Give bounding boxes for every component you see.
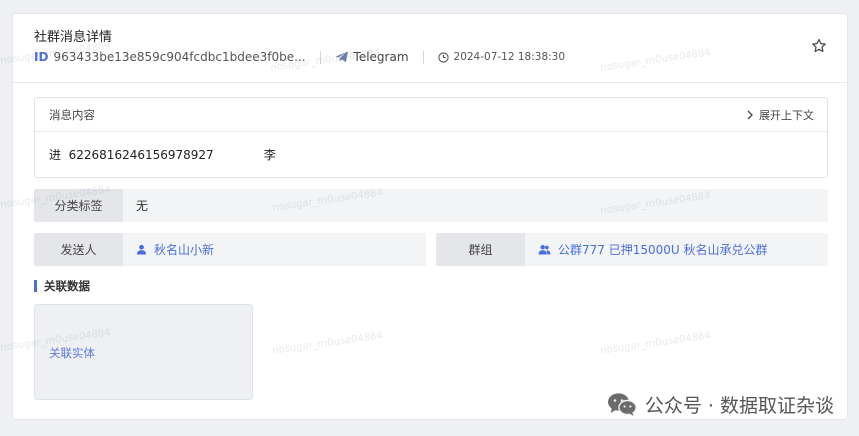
meta-divider: [319, 50, 321, 64]
platform-name: Telegram: [353, 50, 409, 64]
category-value: 无: [123, 189, 828, 222]
related-data-title: 关联数据: [44, 279, 90, 293]
sender-row: 发送人 秋名山小新: [34, 233, 426, 266]
group-row: 群组 公群777 已押15000U 秋名山承兑公群: [436, 233, 828, 266]
expand-context-label: 展开上下文: [759, 108, 814, 122]
group-icon: [538, 245, 551, 255]
telegram-icon: [335, 51, 348, 63]
heading-accent-bar: [34, 280, 37, 292]
page-title: 社群消息详情: [34, 30, 113, 45]
message-text-name: 李: [263, 148, 276, 162]
timestamp: 2024-07-12 18:38:30: [453, 51, 566, 63]
group-name: 公群777 已押15000U 秋名山承兑公群: [558, 243, 768, 257]
message-content-label: 消息内容: [49, 107, 95, 122]
sender-value-cell: 秋名山小新: [123, 233, 426, 266]
header-divider: [13, 82, 847, 83]
message-content-panel: 消息内容 展开上下文 进 6226816246156978927 李: [34, 97, 828, 178]
message-content-body: 进 6226816246156978927 李: [35, 132, 827, 177]
message-meta: ID 963433be13e859c904fcdbc1bdee3f0be... …: [34, 49, 565, 65]
platform-info: Telegram: [335, 50, 409, 64]
group-label: 群组: [436, 233, 525, 266]
wechat-brand: 公众号 · 数据取证杂谈: [607, 391, 834, 418]
clock-icon: [437, 51, 449, 63]
category-label: 分类标签: [34, 189, 123, 222]
chevron-right-icon: [747, 110, 753, 119]
group-link[interactable]: 公群777 已押15000U 秋名山承兑公群: [538, 241, 768, 258]
related-entity-link[interactable]: 关联实体: [49, 345, 95, 361]
message-detail-card: 社群消息详情 ID 963433be13e859c904fcdbc1bdee3f…: [12, 13, 848, 420]
sender-link[interactable]: 秋名山小新: [136, 241, 214, 258]
message-text-main: 进 6226816246156978927: [49, 148, 214, 162]
message-content-header: 消息内容 展开上下文: [35, 98, 827, 132]
wechat-icon: [607, 393, 637, 416]
timestamp-info: 2024-07-12 18:38:30: [437, 51, 566, 63]
sender-label: 发送人: [34, 233, 123, 266]
group-value-cell: 公群777 已押15000U 秋名山承兑公群: [525, 233, 828, 266]
user-icon: [136, 244, 147, 255]
sender-name: 秋名山小新: [154, 243, 215, 257]
message-id: 963433be13e859c904fcdbc1bdee3f0be...: [53, 50, 306, 64]
related-entity-panel: 关联实体: [34, 304, 253, 400]
brand-text: 公众号 · 数据取证杂谈: [644, 395, 834, 417]
category-row: 分类标签 无: [34, 189, 828, 222]
star-icon[interactable]: [811, 38, 827, 54]
expand-context-button[interactable]: 展开上下文: [746, 107, 814, 123]
related-data-heading: 关联数据: [34, 278, 90, 294]
id-label: ID: [34, 50, 49, 64]
meta-divider: [422, 50, 424, 64]
